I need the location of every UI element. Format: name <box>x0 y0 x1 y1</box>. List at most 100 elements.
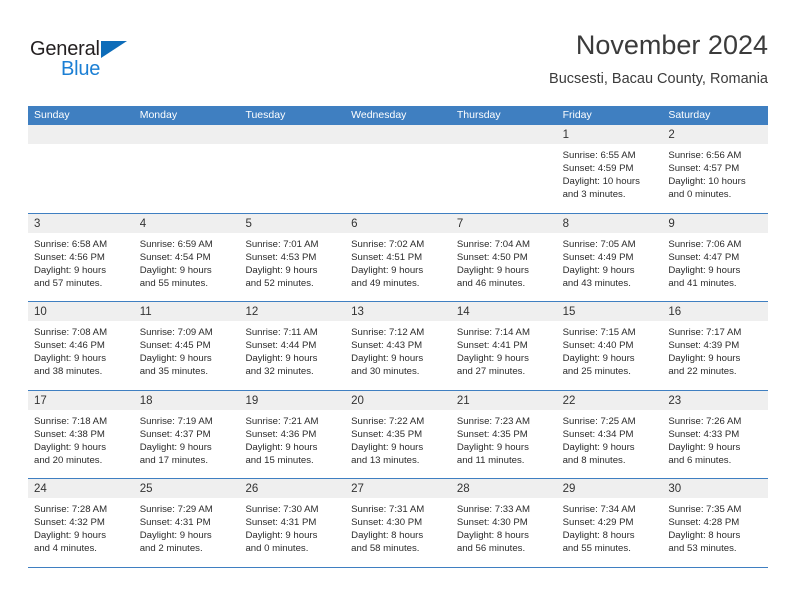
day-number-band: 7 <box>450 213 557 233</box>
calendar-day-cell[interactable]: 5 Sunrise: 7:01 AM Sunset: 4:53 PM Daylight… <box>239 213 346 302</box>
day-details: Sunrise: 7:11 AM Sunset: 4:44 PM Daylight:… <box>239 321 345 378</box>
day-detail-line: Sunset: 4:33 PM <box>668 428 740 440</box>
day-detail-line: Sunrise: 6:59 AM <box>139 238 213 250</box>
calendar-day-cell[interactable]: 27 Sunrise: 7:31 AM Sunset: 4:30 PM Dayligh… <box>345 479 451 567</box>
calendar-week-row: 24 Sunrise: 7:28 AM Sunset: 4:32 PM Dayligh… <box>28 478 769 568</box>
day-detail-line: Sunrise: 7:30 AM <box>245 504 319 515</box>
calendar-day-cell[interactable]: 30 Sunrise: 7:35 AM Sunset: 4:28 PM Dayligh… <box>662 479 769 567</box>
day-detail-line: Daylight: 9 hours <box>456 441 529 453</box>
day-detail-line: Sunrise: 7:33 AM <box>456 504 530 515</box>
day-detail-line: and 15 minutes. <box>245 454 314 466</box>
calendar-day-cell[interactable]: 21 Sunrise: 7:23 AM Sunset: 4:35 PM Dayligh… <box>450 390 557 479</box>
day-detail-line: Sunrise: 7:15 AM <box>562 327 636 338</box>
calendar-day-cell[interactable]: 14 Sunrise: 7:14 AM Sunset: 4:41 PM Dayligh… <box>450 302 557 390</box>
calendar-weeks: 1 Sunrise: 6:55 AM Sunset: 4:59 PM Daylight… <box>28 125 769 568</box>
calendar-day-cell[interactable]: 6 Sunrise: 7:02 AM Sunset: 4:51 PM Daylight… <box>345 213 451 302</box>
day-details: Sunrise: 7:01 AM Sunset: 4:53 PM Daylight:… <box>239 233 345 290</box>
calendar-day-cell[interactable]: 23 Sunrise: 7:26 AM Sunset: 4:33 PM Dayligh… <box>662 390 769 479</box>
day-number-band: 12 <box>239 302 346 321</box>
day-detail-line: Daylight: 9 hours <box>668 441 741 453</box>
calendar-day-cell[interactable]: 26 Sunrise: 7:30 AM Sunset: 4:31 PM Dayligh… <box>239 479 346 567</box>
calendar-day-cell[interactable]: 15 Sunrise: 7:15 AM Sunset: 4:40 PM Dayligh… <box>556 302 663 390</box>
calendar-day-cell[interactable]: 16 Sunrise: 7:17 AM Sunset: 4:39 PM Dayligh… <box>662 302 769 390</box>
calendar-day-cell[interactable]: 8 Sunrise: 7:05 AM Sunset: 4:49 PM Daylight… <box>556 213 663 302</box>
day-detail-line: Sunset: 4:47 PM <box>668 251 740 263</box>
day-detail-line: and 41 minutes. <box>668 277 737 289</box>
day-details <box>345 144 451 149</box>
day-detail-line: and 38 minutes. <box>34 366 103 378</box>
logo-text-blue: Blue <box>61 58 101 80</box>
day-number: 23 <box>668 394 682 407</box>
calendar-day-cell[interactable]: 2 Sunrise: 6:56 AM Sunset: 4:57 PM Daylight… <box>662 125 769 213</box>
generalblue-logo[interactable]: General Blue <box>30 38 150 84</box>
day-detail-line: Sunrise: 7:22 AM <box>351 415 425 427</box>
weekday-header-thursday: Thursday <box>456 109 501 121</box>
calendar-day-cell[interactable]: 18 Sunrise: 7:19 AM Sunset: 4:37 PM Dayligh… <box>133 390 240 479</box>
day-details: Sunrise: 7:21 AM Sunset: 4:36 PM Daylight:… <box>239 410 345 467</box>
day-detail-line: Daylight: 9 hours <box>139 441 212 453</box>
day-number-band: 22 <box>556 390 663 410</box>
day-details: Sunrise: 7:12 AM Sunset: 4:43 PM Daylight:… <box>345 321 451 378</box>
calendar-page: General Blue November 2024 Bucsesti, Bac… <box>0 0 792 612</box>
calendar-day-cell[interactable]: 11 Sunrise: 7:09 AM Sunset: 4:45 PM Dayligh… <box>133 302 240 390</box>
day-number-band: 9 <box>662 213 769 233</box>
calendar-day-cell[interactable]: 20 Sunrise: 7:22 AM Sunset: 4:35 PM Dayligh… <box>345 390 451 479</box>
day-number-band: 15 <box>556 302 663 321</box>
day-detail-line: and 49 minutes. <box>351 277 420 289</box>
calendar-day-cell[interactable]: 28 Sunrise: 7:33 AM Sunset: 4:30 PM Dayligh… <box>450 479 557 567</box>
day-number: 3 <box>34 217 41 230</box>
day-details: Sunrise: 7:14 AM Sunset: 4:41 PM Daylight:… <box>451 321 557 378</box>
day-detail-line: Sunrise: 7:21 AM <box>245 415 319 427</box>
calendar-day-cell[interactable]: 4 Sunrise: 6:59 AM Sunset: 4:54 PM Daylight… <box>133 213 240 302</box>
day-details: Sunrise: 7:25 AM Sunset: 4:34 PM Daylight:… <box>557 410 663 467</box>
page-title: November 2024 <box>575 30 768 60</box>
day-detail-line: and 57 minutes. <box>34 277 103 289</box>
day-detail-line: Daylight: 8 hours <box>351 530 424 542</box>
calendar-day-cell[interactable]: 10 Sunrise: 7:08 AM Sunset: 4:46 PM Dayligh… <box>28 302 134 390</box>
day-number: 18 <box>139 394 153 407</box>
calendar-day-cell[interactable]: 24 Sunrise: 7:28 AM Sunset: 4:32 PM Dayligh… <box>28 479 134 567</box>
page-header: General Blue November 2024 Bucsesti, Bac… <box>28 28 768 100</box>
calendar-day-cell[interactable]: 29 Sunrise: 7:34 AM Sunset: 4:29 PM Dayligh… <box>556 479 663 567</box>
day-detail-line: Sunrise: 7:29 AM <box>139 504 213 515</box>
weekday-header-friday: Friday <box>562 109 592 121</box>
day-detail-line: Daylight: 9 hours <box>562 264 635 276</box>
day-number-band: 20 <box>345 390 451 410</box>
day-detail-line: Sunrise: 7:18 AM <box>34 415 108 427</box>
day-detail-line: Daylight: 9 hours <box>245 530 318 542</box>
calendar-day-cell[interactable]: 19 Sunrise: 7:21 AM Sunset: 4:36 PM Dayligh… <box>239 390 346 479</box>
day-detail-line: Sunset: 4:56 PM <box>34 251 105 263</box>
day-number-band: 30 <box>662 479 769 498</box>
calendar-day-cell[interactable]: 9 Sunrise: 7:06 AM Sunset: 4:47 PM Daylight… <box>662 213 769 302</box>
day-number-band: 27 <box>345 479 451 498</box>
calendar-day-cell[interactable]: 17 Sunrise: 7:18 AM Sunset: 4:38 PM Dayligh… <box>28 390 134 479</box>
calendar-day-cell[interactable]: 1 Sunrise: 6:55 AM Sunset: 4:59 PM Daylight… <box>556 125 663 213</box>
day-number: 2 <box>668 129 675 141</box>
day-detail-line: and 30 minutes. <box>351 366 420 378</box>
day-number-band <box>239 125 346 144</box>
day-details: Sunrise: 7:29 AM Sunset: 4:31 PM Daylight:… <box>134 498 240 555</box>
day-number: 6 <box>351 217 358 230</box>
calendar-day-cell[interactable]: 22 Sunrise: 7:25 AM Sunset: 4:34 PM Dayligh… <box>556 390 663 479</box>
day-details: Sunrise: 7:17 AM Sunset: 4:39 PM Daylight:… <box>662 321 768 378</box>
day-number-band: 19 <box>239 390 346 410</box>
day-number: 5 <box>245 217 252 230</box>
day-detail-line: Daylight: 9 hours <box>245 264 318 276</box>
day-detail-line: Daylight: 9 hours <box>456 353 529 365</box>
day-number-band: 5 <box>239 213 346 233</box>
day-detail-line: Sunset: 4:35 PM <box>456 428 528 440</box>
calendar-day-cell[interactable]: 13 Sunrise: 7:12 AM Sunset: 4:43 PM Dayligh… <box>345 302 451 390</box>
calendar-day-cell-empty <box>450 125 557 213</box>
day-detail-line: and 0 minutes. <box>668 189 732 201</box>
calendar-day-cell[interactable]: 7 Sunrise: 7:04 AM Sunset: 4:50 PM Daylight… <box>450 213 557 302</box>
day-detail-line: Sunrise: 7:01 AM <box>245 238 319 250</box>
day-detail-line: Daylight: 9 hours <box>34 530 106 542</box>
day-number: 12 <box>245 306 259 318</box>
calendar-day-cell[interactable]: 12 Sunrise: 7:11 AM Sunset: 4:44 PM Dayligh… <box>239 302 346 390</box>
weekday-header-monday: Monday <box>139 109 178 121</box>
calendar-day-cell[interactable]: 3 Sunrise: 6:58 AM Sunset: 4:56 PM Daylight… <box>28 213 134 302</box>
day-detail-line: Daylight: 9 hours <box>245 441 318 453</box>
calendar-day-cell[interactable]: 25 Sunrise: 7:29 AM Sunset: 4:31 PM Dayligh… <box>133 479 240 567</box>
day-detail-line: Sunrise: 7:06 AM <box>668 238 742 250</box>
day-detail-line: and 46 minutes. <box>456 277 526 289</box>
